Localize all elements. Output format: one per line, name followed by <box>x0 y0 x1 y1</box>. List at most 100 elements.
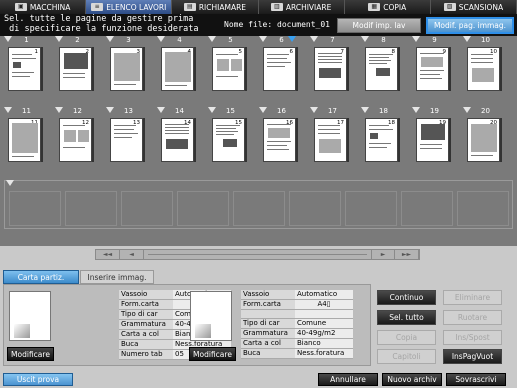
page-corner-number: 5 <box>238 49 243 55</box>
page-thumbnail[interactable]: 15 15 <box>206 107 255 165</box>
page-thumbnail[interactable]: 33 <box>104 36 153 94</box>
page-thumbnail[interactable]: 16 16 <box>257 107 306 165</box>
insert-blank-page-button[interactable]: InsPagVuot <box>443 349 502 364</box>
scroll-track[interactable] <box>144 250 371 259</box>
modify-job-settings-button[interactable]: Modif imp. lav <box>337 18 421 33</box>
page-preview: 4 <box>161 47 194 91</box>
page-number: 11 <box>22 107 31 115</box>
page-preview: 16 <box>263 118 296 162</box>
page-preview: 18 <box>365 118 398 162</box>
settings-row <box>241 309 353 319</box>
page-thumbnail[interactable]: 13 13 <box>104 107 153 165</box>
insert-move-button[interactable]: Ins/Spost <box>443 330 502 345</box>
scroll-next-button[interactable]: ► <box>371 250 395 259</box>
insert-marker-icon[interactable] <box>6 180 14 186</box>
delete-button[interactable]: Eliminare <box>443 290 502 305</box>
rotate-button[interactable]: Ruotare <box>443 310 502 325</box>
setting-name: Grammatura <box>119 319 173 330</box>
page-preview: 19 <box>416 118 449 162</box>
select-all-button[interactable]: Sel. tutto <box>377 310 436 325</box>
settings-row: Form.cartaA4▯ <box>241 299 353 310</box>
save-new-button[interactable]: Nuovo archiv <box>382 373 442 386</box>
settings-row: Carta a col Bianco <box>241 338 353 349</box>
setting-value: Automatico <box>295 290 353 300</box>
right-settings-table: Vassoio Automatico Form.carta A4▯ Tipo di ca… <box>241 290 353 359</box>
tab-insert-image[interactable]: Inserire immag. <box>80 270 154 284</box>
page-number: 14 <box>175 107 184 115</box>
tab-store[interactable]: ▥ ARCHIVIARE <box>258 0 345 14</box>
cancel-button[interactable]: Annullare <box>318 373 378 386</box>
chapters-button[interactable]: Capitoli <box>377 349 436 364</box>
page-number: 10 <box>481 36 490 44</box>
page-edge <box>143 118 145 162</box>
page-thumbnail[interactable]: 19 19 <box>410 107 459 165</box>
scroll-first-button[interactable]: ◄◄ <box>96 250 120 259</box>
setting-value: Bianco <box>295 338 353 349</box>
tab-copy[interactable]: ▦ COPIA <box>344 0 431 14</box>
page-edge <box>449 47 451 91</box>
empty-page-slot <box>121 191 173 226</box>
empty-page-slot <box>345 191 397 226</box>
copy-page-button[interactable]: Copia <box>377 330 436 345</box>
page-preview: 15 <box>212 118 245 162</box>
page-thumbnail[interactable]: 44 <box>155 36 204 94</box>
setting-name: Buca <box>119 339 173 350</box>
empty-page-slot <box>233 191 285 226</box>
tab-divider-paper[interactable]: Carta partiz. <box>3 270 79 284</box>
page-corner-number: 7 <box>340 49 345 55</box>
continuous-button[interactable]: Continuo <box>377 290 436 305</box>
page-thumbnail[interactable]: 10 10 <box>461 36 510 94</box>
page-number: 9 <box>432 36 437 44</box>
scan-icon: ▧ <box>443 3 456 11</box>
page-edge <box>347 118 349 162</box>
page-number: 19 <box>430 107 439 115</box>
scroll-prev-button[interactable]: ◄ <box>120 250 144 259</box>
page-preview: 9 <box>416 47 449 91</box>
tab-label: ELENCO LAVORI <box>106 2 167 12</box>
empty-page-row <box>4 180 513 229</box>
setting-name: Vassoio <box>241 290 295 300</box>
page-preview: 13 <box>110 118 143 162</box>
modify-page-image-button[interactable]: Modif. pag. immag. <box>426 17 514 34</box>
page-thumbnail[interactable]: 22 <box>53 36 102 94</box>
page-thumbnail[interactable]: 55 <box>206 36 255 94</box>
tab-recall[interactable]: ▤ RICHIAMARE <box>172 0 259 14</box>
page-corner-number: 1 <box>34 49 39 55</box>
left-paper-preview <box>9 291 51 341</box>
page-thumbnail[interactable]: 1111 <box>2 107 51 165</box>
file-name-label: Nome file: <box>224 20 273 29</box>
page-thumbnail[interactable]: 66 <box>257 36 306 94</box>
divider-paper-panel: Modificare VassoioAutomaticoForm.cartaA4… <box>3 284 371 366</box>
page-edge <box>194 47 196 91</box>
page-edge <box>347 47 349 91</box>
tab-label: ARCHIVIARE <box>285 2 332 12</box>
tab-job-list[interactable]: ≡ ELENCO LAVORI <box>86 0 173 14</box>
page-thumbnail[interactable]: 20 20 <box>461 107 510 165</box>
page-number: 1 <box>24 36 29 44</box>
page-thumbnail[interactable]: 12 12 <box>53 107 102 165</box>
page-corner-number: 16 <box>286 120 293 126</box>
modify-right-button[interactable]: Modificare <box>189 347 236 361</box>
page-preview: 5 <box>212 47 245 91</box>
empty-page-slot <box>9 191 61 226</box>
scroll-last-button[interactable]: ►► <box>395 250 419 259</box>
page-preview: 17 <box>314 118 347 162</box>
tab-machine[interactable]: ▣ MACCHINA <box>0 0 87 14</box>
page-thumbnail[interactable]: 11 <box>2 36 51 94</box>
page-thumbnail[interactable]: 14 14 <box>155 107 204 165</box>
overwrite-button[interactable]: Sovrascrivi <box>446 373 506 386</box>
setting-name: Carta a col <box>241 338 295 349</box>
modify-left-button[interactable]: Modificare <box>7 347 54 361</box>
page-preview: 7 <box>314 47 347 91</box>
proof-print-button[interactable]: Uscit prova <box>3 373 73 386</box>
page-thumbnail[interactable]: 17 17 <box>308 107 357 165</box>
job-list-icon: ≡ <box>91 3 104 11</box>
tab-scan[interactable]: ▧ SCANSIONA <box>430 0 517 14</box>
page-thumbnail[interactable]: 88 <box>359 36 408 94</box>
page-number: 5 <box>228 36 233 44</box>
page-thumbnail[interactable]: 18 18 <box>359 107 408 165</box>
page-preview: 8 <box>365 47 398 91</box>
page-thumbnail[interactable]: 99 <box>410 36 459 94</box>
page-thumbnail[interactable]: 77 <box>308 36 357 94</box>
page-edge <box>92 47 94 91</box>
